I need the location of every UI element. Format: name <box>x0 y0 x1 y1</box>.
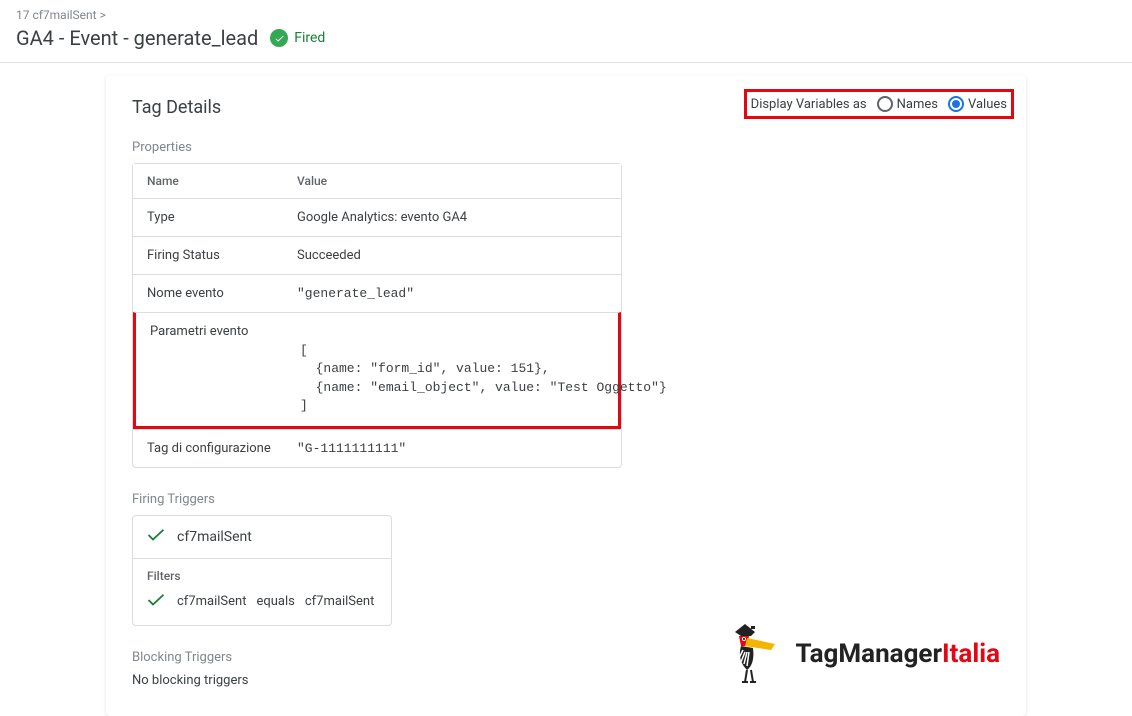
firing-trigger-box: cf7mailSent Filters cf7mailSent equals c… <box>132 515 392 626</box>
table-row: Tag di configurazione "G-1111111111" <box>133 429 621 467</box>
filter-left: cf7mailSent <box>177 594 246 609</box>
firing-triggers-label: Firing Triggers <box>132 492 1000 507</box>
display-variables-label: Display Variables as <box>751 97 867 112</box>
col-name-header: Name <box>147 174 297 188</box>
radio-names[interactable]: Names <box>877 96 938 112</box>
prop-value: "G-1111111111" <box>297 441 406 456</box>
properties-label: Properties <box>132 140 1000 155</box>
fired-badge: Fired <box>270 29 325 47</box>
filter-right: cf7mailSent <box>305 594 374 609</box>
prop-name: Nome evento <box>147 286 297 301</box>
prop-name: Parametri evento <box>150 324 300 339</box>
display-variables-toggle: Display Variables as Names Values <box>744 89 1014 119</box>
table-row: Type Google Analytics: evento GA4 <box>133 199 621 236</box>
check-circle-icon <box>270 29 288 47</box>
table-header: Name Value <box>133 164 621 199</box>
page-title: GA4 - Event - generate_lead <box>16 26 258 50</box>
radio-icon <box>948 96 964 112</box>
prop-value: Succeeded <box>297 248 361 263</box>
prop-name: Tag di configurazione <box>147 441 297 456</box>
prop-name: Type <box>147 210 297 225</box>
logo-text: TagManagerItalia <box>795 639 1000 669</box>
fired-label: Fired <box>294 30 325 46</box>
check-icon <box>147 528 165 546</box>
radio-icon <box>877 96 893 112</box>
check-icon <box>147 593 165 611</box>
prop-value: [ {name: "form_id", value: 151}, {name: … <box>300 324 667 415</box>
table-row: Parametri evento [ {name: "form_id", val… <box>133 312 621 429</box>
table-row: Nome evento "generate_lead" <box>133 274 621 312</box>
prop-name: Firing Status <box>147 248 297 263</box>
prop-value: Google Analytics: evento GA4 <box>297 210 467 225</box>
table-row: Firing Status Succeeded <box>133 236 621 274</box>
bird-icon <box>727 622 787 686</box>
prop-value: "generate_lead" <box>297 286 414 301</box>
trigger-name: cf7mailSent <box>177 529 252 545</box>
logo: TagManagerItalia <box>727 622 1000 686</box>
filter-row: cf7mailSent equals cf7mailSent <box>133 587 391 625</box>
tag-details-card: Display Variables as Names Values Tag De… <box>106 75 1026 716</box>
col-value-header: Value <box>297 174 327 188</box>
filter-op: equals <box>256 594 294 609</box>
properties-table: Name Value Type Google Analytics: evento… <box>132 163 622 468</box>
filters-label: Filters <box>133 559 391 587</box>
radio-values-label: Values <box>968 97 1007 112</box>
breadcrumb[interactable]: 17 cf7mailSent > <box>16 8 1116 22</box>
trigger-header[interactable]: cf7mailSent <box>133 516 391 559</box>
radio-names-label: Names <box>897 97 938 112</box>
radio-values[interactable]: Values <box>948 96 1007 112</box>
